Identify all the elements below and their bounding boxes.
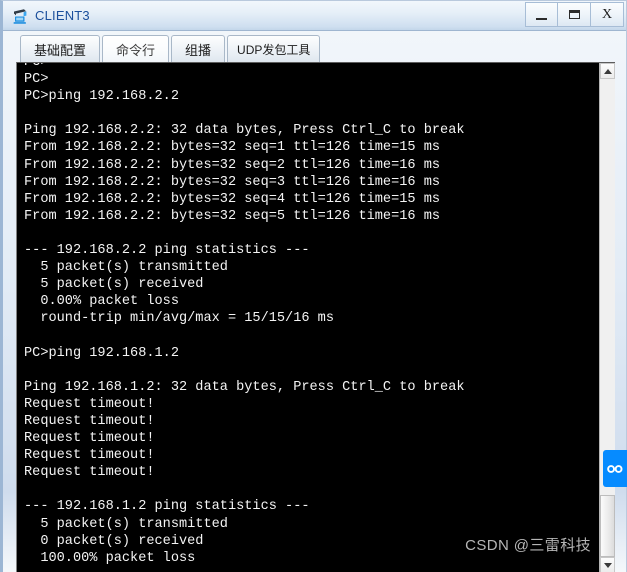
terminal-line: Request timeout! [24, 448, 155, 464]
terminal-line: 5 packet(s) received [24, 277, 204, 293]
scroll-up-arrow-icon [603, 68, 612, 74]
maximize-button[interactable] [558, 2, 591, 27]
tab-command-line[interactable]: 命令行 [102, 35, 170, 62]
tab-basic-config[interactable]: 基础配置 [20, 35, 101, 62]
tab-label: 命令行 [116, 42, 156, 58]
tab-label: 基础配置 [34, 42, 87, 58]
terminal-line: PC> [24, 63, 600, 71]
screenshot-root: CLIENT3 X 基础配置 命令行 组播 UDP发包工具 PC> PC>pin… [0, 0, 627, 572]
command-line-panel: PC>PC>PC>ping 192.168.2.2Ping 192.168.2.… [16, 62, 615, 572]
tab-label: 组播 [185, 42, 212, 58]
terminal-line: round-trip min/avg/max = 15/15/16 ms [24, 311, 334, 327]
tab-udp-tool[interactable]: UDP发包工具 [227, 35, 321, 62]
terminal-line: 5 packet(s) transmitted [24, 516, 228, 532]
tab-label: UDP发包工具 [237, 42, 311, 57]
terminal-line: --- 192.168.1.2 ping statistics --- [24, 499, 310, 515]
link-infinity-icon [607, 464, 623, 473]
terminal-line: PC>ping 192.168.1.2 [24, 345, 179, 361]
link-infinity-badge[interactable] [603, 450, 627, 487]
terminal-output[interactable]: PC>PC>PC>ping 192.168.2.2Ping 192.168.2.… [17, 63, 600, 572]
scrollbar-thumb[interactable] [600, 495, 615, 557]
terminal-line: From 192.168.2.2: bytes=32 seq=2 ttl=126… [24, 157, 441, 173]
terminal-line: From 192.168.2.2: bytes=32 seq=4 ttl=126… [24, 191, 441, 207]
scroll-down-arrow-icon [603, 562, 612, 568]
terminal-line: From 192.168.2.2: bytes=32 seq=1 ttl=126… [24, 140, 441, 156]
minimize-icon [536, 17, 547, 20]
window-controls: X [525, 2, 624, 28]
close-icon: X [601, 6, 613, 22]
terminal-line-list: PC>PC>PC>ping 192.168.2.2Ping 192.168.2.… [24, 63, 600, 567]
title-bar-left: CLIENT3 [9, 1, 90, 30]
terminal-line: Ping 192.168.1.2: 32 data bytes, Press C… [24, 379, 465, 395]
terminal-line: 0.00% packet loss [24, 294, 179, 310]
window-title: CLIENT3 [35, 8, 90, 23]
terminal-line: Request timeout! [24, 431, 155, 447]
scroll-down-button[interactable] [600, 557, 615, 572]
client3-window: CLIENT3 X 基础配置 命令行 组播 UDP发包工具 PC> PC>pin… [0, 0, 627, 572]
tab-multicast[interactable]: 组播 [171, 35, 226, 62]
tab-strip: 基础配置 命令行 组播 UDP发包工具 [3, 31, 626, 62]
terminal-line: 5 packet(s) transmitted [24, 260, 228, 276]
client-pc-icon [11, 7, 29, 25]
terminal-line: From 192.168.2.2: bytes=32 seq=3 ttl=126… [24, 174, 441, 190]
scroll-up-button[interactable] [600, 63, 615, 79]
terminal-line: Request timeout! [24, 413, 155, 429]
maximize-icon [568, 10, 580, 19]
terminal-line: Request timeout! [24, 465, 155, 481]
terminal-line: --- 192.168.2.2 ping statistics --- [24, 243, 310, 259]
terminal-line: PC>ping 192.168.2.2 [24, 89, 179, 105]
terminal-line: Request timeout! [24, 396, 155, 412]
terminal-scrollbar[interactable] [599, 63, 615, 572]
terminal-line: Ping 192.168.2.2: 32 data bytes, Press C… [24, 123, 465, 139]
watermark-text: CSDN @三雷科技 [465, 537, 591, 554]
terminal-line: PC> [24, 72, 49, 88]
title-bar: CLIENT3 X [3, 1, 626, 31]
minimize-button[interactable] [525, 2, 558, 27]
terminal-line: From 192.168.2.2: bytes=32 seq=5 ttl=126… [24, 208, 441, 224]
close-button[interactable]: X [591, 2, 624, 27]
